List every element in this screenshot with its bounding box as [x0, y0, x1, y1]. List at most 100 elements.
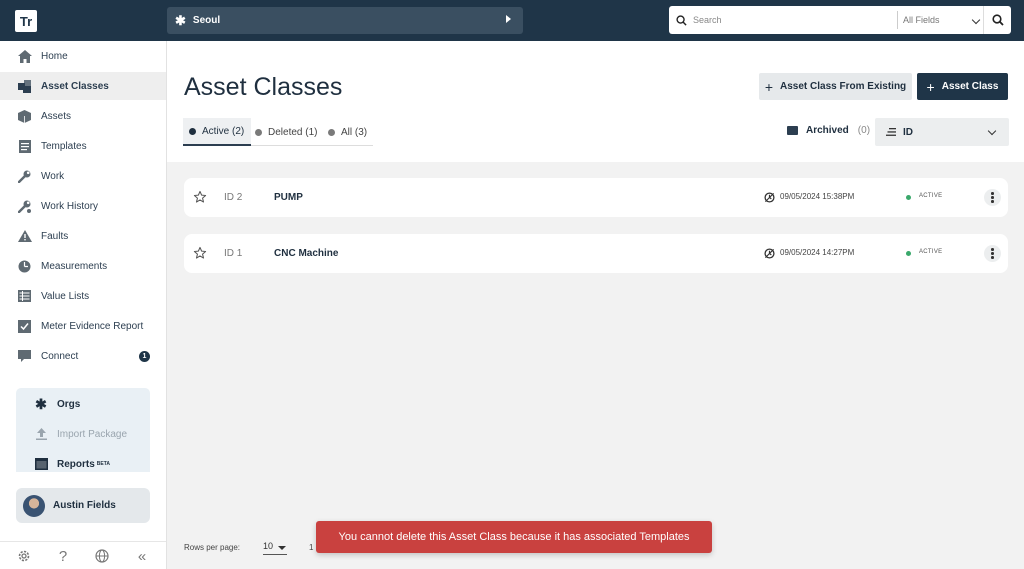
sidebar-item-home[interactable]: Home	[0, 42, 166, 70]
row-name: PUMP	[274, 192, 303, 203]
clock-icon	[764, 192, 775, 203]
sidebar-item-assets[interactable]: Assets	[0, 102, 166, 130]
upload-icon	[34, 427, 48, 441]
search-divider	[897, 11, 898, 29]
row-date: 09/05/2024 14:27PM	[780, 248, 855, 257]
sidebar: Home Asset Classes Assets Templates Work…	[0, 41, 167, 569]
search-field-select[interactable]: All Fields	[903, 6, 981, 34]
tab-label: Deleted (1)	[268, 126, 318, 138]
tab-label: Active (2)	[202, 125, 245, 137]
orgs-icon: ✱	[35, 395, 47, 412]
sidebar-item-label: Work History	[41, 200, 99, 212]
search-submit-button[interactable]	[983, 6, 1011, 34]
collapse-icon[interactable]: «	[134, 548, 150, 565]
sidebar-item-work-history[interactable]: Work History	[0, 192, 166, 220]
status-badge: ACTIVE	[919, 249, 943, 255]
clock-icon	[764, 248, 775, 259]
help-icon[interactable]: ?	[55, 548, 71, 565]
archived-label: Archived	[806, 125, 849, 136]
sidebar-item-label: Templates	[41, 140, 87, 152]
sidebar-item-value-lists[interactable]: Value Lists	[0, 282, 166, 310]
chevron-down-icon	[987, 126, 997, 136]
tab-deleted[interactable]: Deleted (1)	[255, 118, 317, 146]
box-icon	[17, 109, 32, 124]
archive-icon	[787, 126, 798, 135]
admin-item-label: Reports	[57, 458, 95, 470]
sidebar-item-label: Home	[41, 50, 68, 62]
chevron-down-icon	[971, 15, 981, 25]
avatar	[23, 494, 45, 517]
sidebar-item-faults[interactable]: Faults	[0, 222, 166, 250]
sidebar-item-templates[interactable]: Templates	[0, 132, 166, 160]
user-profile[interactable]: Austin Fields	[16, 488, 150, 523]
home-icon	[17, 49, 32, 64]
asset-class-from-existing-button[interactable]: + Asset Class From Existing	[759, 73, 912, 100]
status-badge: ACTIVE	[919, 193, 943, 199]
tab-dot-icon	[255, 128, 262, 136]
top-bar: Tr ✱ Seoul All Fields	[0, 0, 1024, 41]
sidebar-item-label: Asset Classes	[41, 80, 109, 92]
orgs-icon: ✱	[175, 12, 186, 28]
admin-item-reports[interactable]: Reports BETA	[16, 450, 150, 478]
sidebar-item-connect[interactable]: Connect 1	[0, 342, 166, 370]
sidebar-footer: ? «	[0, 541, 166, 569]
search-input[interactable]	[693, 7, 893, 33]
sidebar-item-measurements[interactable]: Measurements	[0, 252, 166, 280]
tab-all[interactable]: All (3)	[328, 118, 367, 146]
sidebar-item-asset-classes[interactable]: Asset Classes	[0, 72, 166, 100]
org-switcher[interactable]: ✱ Seoul	[167, 7, 523, 34]
app-logo[interactable]: Tr	[15, 10, 37, 32]
caret-down-icon	[278, 546, 286, 550]
star-icon[interactable]	[193, 190, 207, 204]
new-asset-class-button[interactable]: + Asset Class	[917, 73, 1008, 100]
settings-icon[interactable]	[16, 548, 32, 564]
row-date: 09/05/2024 15:38PM	[780, 192, 855, 201]
sidebar-item-meter-evidence-report[interactable]: Meter Evidence Report	[0, 312, 166, 340]
plus-icon: +	[926, 78, 935, 95]
sidebar-item-label: Meter Evidence Report	[41, 320, 144, 332]
user-name: Austin Fields	[53, 500, 116, 511]
sidebar-item-label: Connect	[41, 350, 79, 362]
list-icon	[17, 289, 32, 304]
sidebar-item-label: Faults	[41, 230, 69, 242]
admin-item-import-package[interactable]: Import Package	[16, 420, 150, 448]
rows-per-page-value: 10	[263, 541, 274, 551]
search-bar: All Fields	[669, 6, 1011, 34]
rows-per-page-label: Rows per page:	[184, 543, 241, 552]
row-id: ID 2	[224, 192, 243, 203]
admin-menu: ✱ Orgs Import Package Reports BETA	[16, 388, 150, 472]
status-tabs: Active (2) Deleted (1) All (3)	[183, 118, 373, 146]
chart-pie-icon	[17, 259, 32, 274]
tab-dot-icon	[328, 128, 335, 136]
sort-select[interactable]: ID	[875, 118, 1009, 146]
admin-item-orgs[interactable]: ✱ Orgs	[16, 390, 150, 418]
asset-classes-icon	[17, 79, 32, 94]
sidebar-item-label: Work	[41, 170, 65, 182]
beta-tag: BETA	[96, 461, 111, 467]
rows-per-page-select[interactable]: 10	[263, 541, 287, 555]
sidebar-item-label: Value Lists	[41, 290, 90, 302]
wrench-icon	[17, 169, 32, 184]
warning-icon	[17, 229, 32, 244]
globe-icon[interactable]	[94, 548, 110, 564]
search-icon	[669, 6, 693, 34]
sort-icon	[886, 128, 896, 136]
check-box-icon	[17, 319, 32, 334]
star-icon[interactable]	[193, 246, 207, 260]
wrench-history-icon	[17, 199, 32, 214]
sidebar-item-work[interactable]: Work	[0, 162, 166, 190]
tab-active[interactable]: Active (2)	[183, 118, 252, 146]
tab-label: All (3)	[341, 126, 368, 138]
button-label: Asset Class From Existing	[780, 81, 907, 92]
admin-item-label: Import Package	[57, 428, 128, 440]
table-row[interactable]: ID 1 CNC Machine 09/05/2024 14:27PM ACTI…	[184, 234, 1008, 273]
status-dot-icon	[906, 251, 911, 256]
button-label: Asset Class	[941, 81, 999, 92]
pagination-range: 1	[309, 543, 314, 552]
table-row[interactable]: ID 2 PUMP 09/05/2024 15:38PM ACTIVE	[184, 178, 1008, 217]
more-options-button[interactable]	[984, 245, 1001, 262]
more-options-button[interactable]	[984, 189, 1001, 206]
archived-toggle[interactable]: Archived (0)	[787, 125, 870, 136]
reports-icon	[34, 457, 48, 471]
row-id: ID 1	[224, 248, 243, 259]
